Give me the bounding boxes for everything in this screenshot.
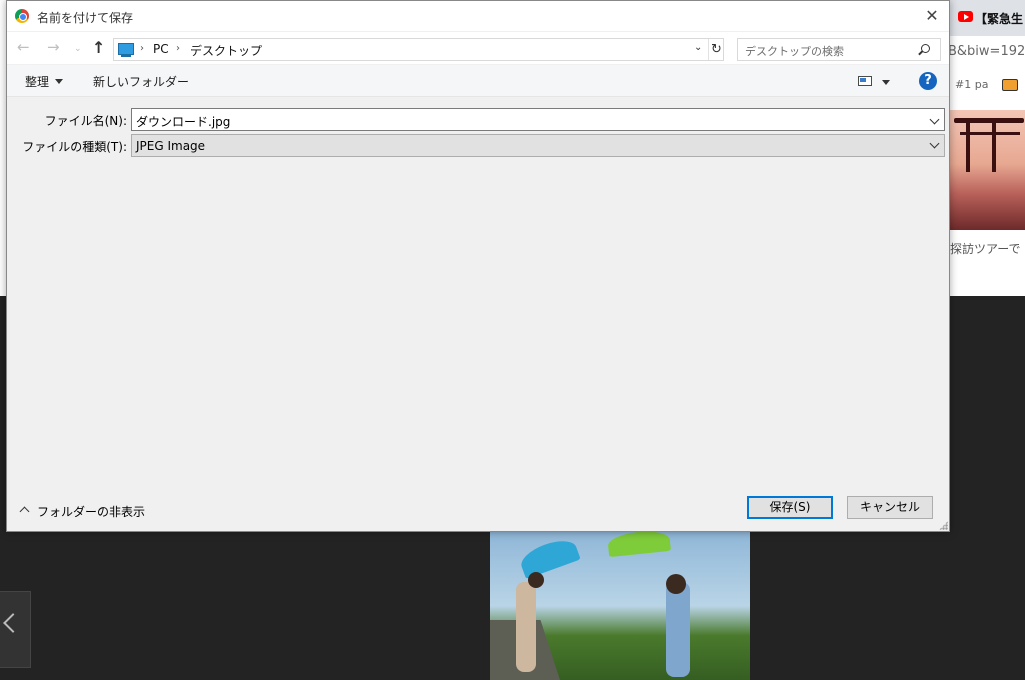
- close-button[interactable]: ✕: [921, 5, 943, 27]
- new-folder-button[interactable]: 新しいフォルダー: [93, 73, 189, 90]
- filetype-label: ファイルの種類(T):: [22, 140, 127, 154]
- torii-thumbnail[interactable]: [948, 110, 1025, 230]
- filetype-value[interactable]: JPEG Image: [136, 139, 205, 153]
- torii-pillar: [966, 122, 970, 172]
- organize-menu-button[interactable]: 整理: [25, 73, 49, 90]
- torii-top-beam: [954, 118, 1024, 123]
- view-options-icon[interactable]: [858, 76, 872, 86]
- filetype-select[interactable]: JPEG Image: [131, 134, 945, 157]
- chevron-left-icon: [3, 613, 23, 633]
- filename-field[interactable]: ダウンロード.jpg: [131, 108, 945, 131]
- photo-child-left-head: [528, 572, 544, 588]
- photo-child-right-head: [666, 574, 686, 594]
- youtube-icon: [958, 11, 973, 22]
- caret-down-icon[interactable]: [882, 80, 890, 85]
- breadcrumb-separator-icon: ›: [176, 43, 180, 54]
- filename-label: ファイル名(N):: [44, 114, 127, 128]
- up-arrow-icon[interactable]: ↑: [92, 40, 105, 56]
- dialog-title: 名前を付けて保存: [37, 11, 134, 25]
- command-bar: 整理 新しいフォルダー ?: [7, 65, 949, 97]
- cancel-button[interactable]: キャンセル: [847, 496, 933, 519]
- save-button[interactable]: 保存(S): [747, 496, 833, 519]
- filename-value[interactable]: ダウンロード.jpg: [136, 113, 230, 130]
- help-icon[interactable]: ?: [919, 72, 937, 90]
- back-arrow-icon[interactable]: ←: [17, 40, 30, 55]
- caret-down-icon[interactable]: [55, 79, 63, 84]
- pc-icon: [118, 43, 134, 57]
- chevron-down-icon[interactable]: [929, 114, 940, 125]
- navigation-bar: ← → ⌄ ↑ › PC › デスクトップ ⌄ ↻ デスクトップの検索: [7, 32, 949, 64]
- search-input[interactable]: デスクトップの検索: [737, 38, 941, 61]
- photo-umbrella-blue: [517, 534, 581, 580]
- chrome-icon: [15, 9, 29, 23]
- breadcrumb-desktop[interactable]: デスクトップ: [190, 42, 262, 59]
- save-as-dialog: 名前を付けて保存 ✕ ← → ⌄ ↑ › PC › デスクトップ ⌄ ↻ デスク…: [6, 0, 950, 532]
- chevron-up-icon: [19, 506, 30, 517]
- photo-child-right: [666, 582, 690, 677]
- bookmark-item[interactable]: #1 pa: [955, 78, 988, 91]
- photo-child-left: [516, 582, 536, 672]
- browser-tab-title[interactable]: 【緊急生: [975, 10, 1023, 27]
- search-icon[interactable]: [921, 44, 930, 53]
- photo-umbrella-green: [607, 532, 671, 558]
- breadcrumb-pc[interactable]: PC: [153, 42, 169, 56]
- address-bar[interactable]: › PC › デスクトップ ⌄ ↻: [113, 38, 724, 61]
- torii-pillar: [992, 122, 996, 172]
- thumbnail-caption[interactable]: 探訪ツアーで: [950, 240, 1021, 257]
- search-placeholder: デスクトップの検索: [745, 45, 844, 58]
- chevron-down-icon[interactable]: ⌄: [694, 42, 702, 53]
- breadcrumb-separator-icon: ›: [140, 43, 144, 54]
- hide-folders-label: フォルダーの非表示: [37, 505, 146, 519]
- dialog-titlebar[interactable]: 名前を付けて保存 ✕: [7, 1, 949, 31]
- refresh-icon[interactable]: ↻: [708, 39, 724, 60]
- previous-image-button[interactable]: [0, 591, 31, 668]
- chevron-down-icon[interactable]: [929, 138, 940, 149]
- bookmark-icon[interactable]: [1002, 79, 1018, 91]
- resize-grip-icon[interactable]: [939, 521, 948, 530]
- forward-arrow-icon[interactable]: →: [47, 40, 60, 55]
- preview-photo: [490, 532, 750, 680]
- recent-locations-icon[interactable]: ⌄: [74, 42, 82, 57]
- browser-url-fragment[interactable]: B&biw=1920: [948, 44, 1025, 59]
